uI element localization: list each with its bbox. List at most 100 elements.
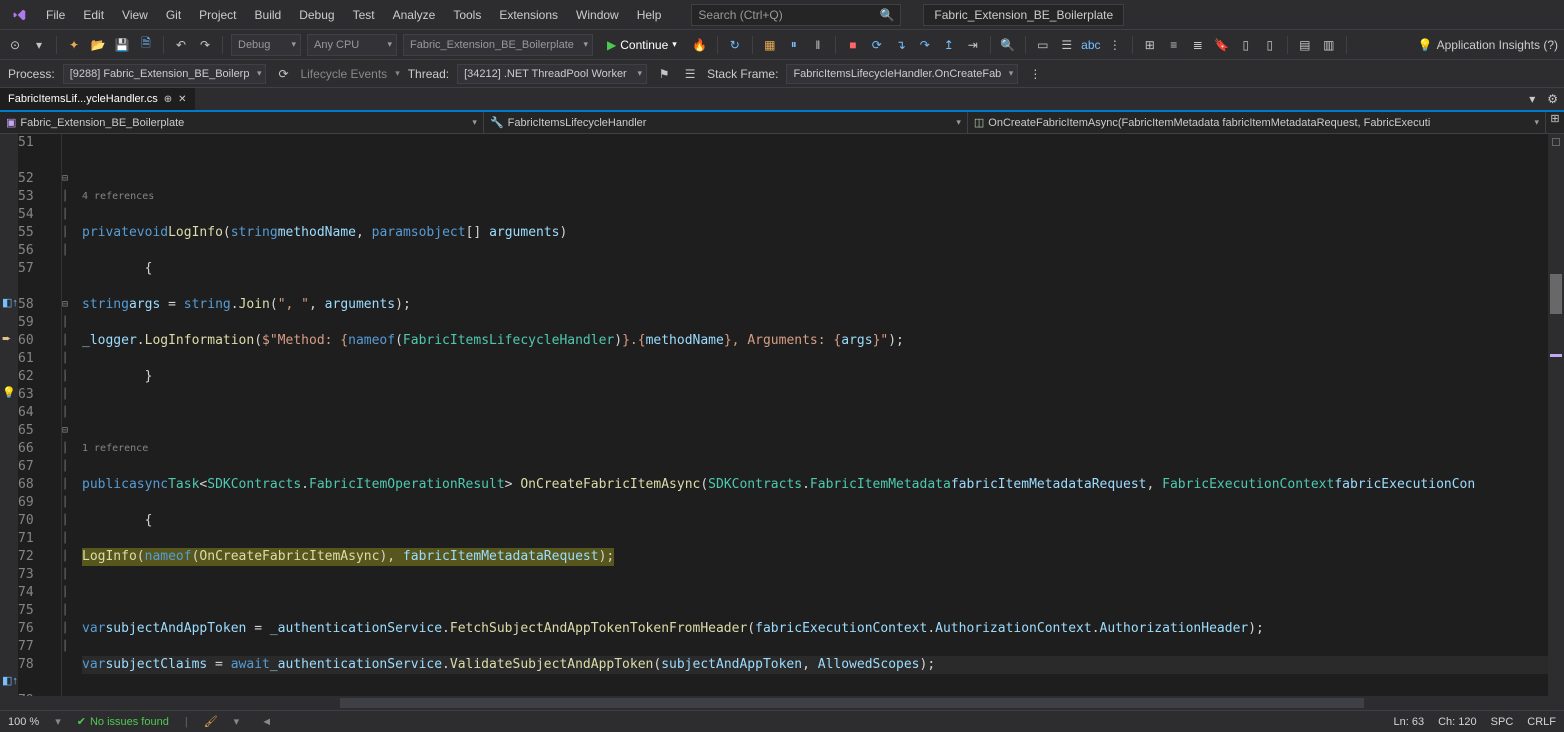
tool11-icon[interactable]: ▥ <box>1320 36 1338 54</box>
horizontal-scrollbar[interactable] <box>0 696 1564 710</box>
close-icon[interactable]: ✕ <box>178 94 186 105</box>
editor-tab-bar: FabricItemsLif...ycleHandler.cs ⊕ ✕ ▾ ⚙ <box>0 88 1564 112</box>
play-icon: ▶ <box>607 38 616 52</box>
tool03-icon[interactable]: abc <box>1082 36 1100 54</box>
undo-icon[interactable]: ↶ <box>172 36 190 54</box>
step-out-icon[interactable]: ↥ <box>940 36 958 54</box>
codelens-references[interactable]: 1 reference <box>82 440 148 458</box>
hot-reload-icon[interactable]: 🔥 <box>691 36 709 54</box>
run-to-icon[interactable]: ⇥ <box>964 36 982 54</box>
tool04-icon[interactable]: ⋮ <box>1106 36 1124 54</box>
pause-icon[interactable]: ‖ <box>809 36 827 54</box>
menu-extensions[interactable]: Extensions <box>491 4 566 26</box>
stackframe-dropdown[interactable]: FabricItemsLifecycleHandler.OnCreateFab <box>786 64 1018 84</box>
stop-debug-icon[interactable]: ■ <box>844 36 862 54</box>
code-content[interactable]: 4 references private void LogInfo(string… <box>78 134 1548 696</box>
breakpoint-marker2-icon[interactable]: ◧↑ <box>2 674 18 687</box>
issues-label: No issues found <box>90 716 169 728</box>
bookmark-icon[interactable]: 🔖 <box>1213 36 1231 54</box>
tool06-icon[interactable]: ≡ <box>1165 36 1183 54</box>
stop-icon[interactable]: ▦ <box>761 36 779 54</box>
refresh-icon[interactable]: ⟳ <box>868 36 886 54</box>
restart-icon[interactable]: ↻ <box>726 36 744 54</box>
menu-help[interactable]: Help <box>629 4 670 26</box>
save-icon[interactable]: 💾 <box>113 36 131 54</box>
new-item-icon[interactable]: ✦ <box>65 36 83 54</box>
check-icon: ✔ <box>77 715 86 728</box>
menu-project[interactable]: Project <box>191 4 244 26</box>
open-icon[interactable]: 📂 <box>89 36 107 54</box>
flag-icon[interactable]: ⚑ <box>655 65 673 83</box>
editor-tab[interactable]: FabricItemsLif...ycleHandler.cs ⊕ ✕ <box>0 88 195 110</box>
menu-debug[interactable]: Debug <box>291 4 342 26</box>
tool08-icon[interactable]: ▯ <box>1237 36 1255 54</box>
step-into-icon[interactable]: ↴ <box>892 36 910 54</box>
nav-project-dropdown[interactable]: ▣ Fabric_Extension_BE_Boilerplate <box>0 112 484 133</box>
vertical-scrollbar[interactable] <box>1548 134 1564 696</box>
main-toolbar: ⊙ ▾ ✦ 📂 💾 🗎 ↶ ↷ Debug Any CPU Fabric_Ext… <box>0 30 1564 60</box>
nav-class-label: FabricItemsLifecycleHandler <box>508 117 647 129</box>
menu-edit[interactable]: Edit <box>75 4 112 26</box>
nav-member-dropdown[interactable]: ◫ OnCreateFabricItemAsync(FabricItemMeta… <box>968 112 1546 133</box>
tab-title: FabricItemsLif...ycleHandler.cs <box>8 93 158 105</box>
nav-back-icon[interactable]: ⊙ <box>6 36 24 54</box>
tool05-icon[interactable]: ⊞ <box>1141 36 1159 54</box>
platform-dropdown[interactable]: Any CPU <box>307 34 397 56</box>
thread-dropdown[interactable]: [34212] .NET ThreadPool Worker <box>457 64 647 84</box>
codelens-references[interactable]: 4 references <box>82 188 154 206</box>
status-indent[interactable]: SPC <box>1491 716 1514 728</box>
redo-icon[interactable]: ↷ <box>196 36 214 54</box>
csharp-project-icon: ▣ <box>6 116 16 129</box>
app-insights-button[interactable]: 💡 Application Insights (?) <box>1418 38 1558 52</box>
nav-fwd-icon[interactable]: ▾ <box>30 36 48 54</box>
config-dropdown[interactable]: Debug <box>231 34 301 56</box>
menu-test[interactable]: Test <box>345 4 383 26</box>
app-insights-label: Application Insights (?) <box>1437 38 1558 52</box>
tool09-icon[interactable]: ▯ <box>1261 36 1279 54</box>
debug-more-icon[interactable]: ⋮ <box>1026 65 1044 83</box>
split-editor-icon[interactable]: ⊞ <box>1546 112 1564 133</box>
debug-toolbar: Process: [9288] Fabric_Extension_BE_Boil… <box>0 60 1564 88</box>
marker-gutter: ◧↑ ➨ 💡 ◧↑ <box>0 134 18 696</box>
lifecycle-label: Lifecycle Events <box>300 67 387 81</box>
thread-filter-icon[interactable]: ☰ <box>681 65 699 83</box>
code-editor[interactable]: ◧↑ ➨ 💡 ◧↑ 51 52 53 54 55 56 57 58 59 60 … <box>0 134 1564 696</box>
lifecycle-icon[interactable]: ⟳ <box>274 65 292 83</box>
issues-status[interactable]: ✔ No issues found <box>77 715 169 728</box>
tool07-icon[interactable]: ≣ <box>1189 36 1207 54</box>
find-icon[interactable]: 🔍 <box>999 36 1017 54</box>
process-label: Process: <box>8 67 55 81</box>
tab-dropdown-icon[interactable]: ▾ <box>1523 92 1541 106</box>
search-input[interactable]: Search (Ctrl+Q) 🔍 <box>691 4 901 26</box>
gear-icon[interactable]: ⚙ <box>1541 92 1564 106</box>
break-all-icon[interactable]: ⏸ <box>785 36 803 54</box>
zoom-level[interactable]: 100 % <box>8 716 39 728</box>
menu-view[interactable]: View <box>114 4 156 26</box>
save-all-icon[interactable]: 🗎 <box>137 36 155 54</box>
menu-window[interactable]: Window <box>568 4 627 26</box>
tool01-icon[interactable]: ▭ <box>1034 36 1052 54</box>
menu-file[interactable]: File <box>38 4 73 26</box>
tool10-icon[interactable]: ▤ <box>1296 36 1314 54</box>
startup-dropdown[interactable]: Fabric_Extension_BE_Boilerplate <box>403 34 593 56</box>
status-line[interactable]: Ln: 63 <box>1394 716 1425 728</box>
breakpoint-marker-icon[interactable]: ◧↑ <box>2 296 18 309</box>
status-char[interactable]: Ch: 120 <box>1438 716 1477 728</box>
fold-gutter[interactable]: ⊟ │ │ │ │ ⊟ │ │ │ │ │ │ ⊟ │ │ │ │ │ │ │ … <box>62 134 78 696</box>
continue-button[interactable]: ▶ Continue ▾ <box>599 34 685 56</box>
step-over-icon[interactable]: ↷ <box>916 36 934 54</box>
status-eol[interactable]: CRLF <box>1527 716 1556 728</box>
pin-icon[interactable]: ⊕ <box>164 94 172 105</box>
menu-bar: File Edit View Git Project Build Debug T… <box>0 0 1564 30</box>
menu-analyze[interactable]: Analyze <box>385 4 444 26</box>
menu-build[interactable]: Build <box>247 4 290 26</box>
status-bar: 100 % ▾ ✔ No issues found | 🖌 ▾ ◄ Ln: 63… <box>0 710 1564 732</box>
brush-icon[interactable]: 🖌 <box>204 715 218 728</box>
menu-tools[interactable]: Tools <box>445 4 489 26</box>
lightbulb-margin-icon[interactable]: 💡 <box>2 386 16 399</box>
menu-git[interactable]: Git <box>158 4 189 26</box>
vs-logo-icon <box>10 5 30 25</box>
nav-class-dropdown[interactable]: 🔧 FabricItemsLifecycleHandler <box>484 112 968 133</box>
tool02-icon[interactable]: ☰ <box>1058 36 1076 54</box>
process-dropdown[interactable]: [9288] Fabric_Extension_BE_Boilerp <box>63 64 267 84</box>
